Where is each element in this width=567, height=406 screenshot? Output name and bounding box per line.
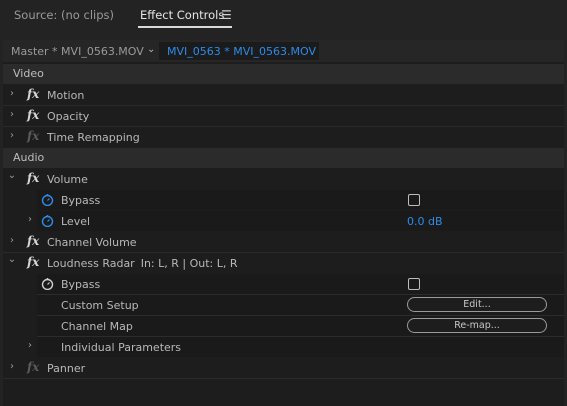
chevron-right-icon[interactable]: › — [25, 214, 35, 225]
tab-effect-controls[interactable]: Effect Controls — [140, 8, 224, 22]
param-row-channel-map: Channel Map Re-map... — [3, 316, 564, 336]
chevron-right-icon[interactable]: › — [7, 88, 17, 99]
chevron-right-icon[interactable]: › — [7, 361, 17, 372]
active-tab-underline — [138, 26, 232, 28]
effect-label-channel-volume: Channel Volume — [47, 236, 137, 249]
section-label-video: Video — [13, 67, 44, 80]
effect-row-motion[interactable]: › fx Motion — [3, 85, 564, 105]
active-clip-label[interactable]: MVI_0563 * MVI_0563.MOV — [159, 42, 319, 60]
effect-label-volume: Volume — [47, 173, 88, 186]
effect-label-opacity: Opacity — [47, 110, 90, 123]
edit-button[interactable]: Edit... — [407, 297, 547, 312]
master-clip-label[interactable]: Master * MVI_0563.MOV — [11, 45, 144, 58]
panel-tab-bar: Source: (no clips) Effect Controls ☰ — [0, 0, 567, 30]
effect-row-opacity[interactable]: › fx Opacity — [3, 106, 564, 126]
chevron-down-icon[interactable]: ⌄ — [7, 170, 17, 181]
stopwatch-icon[interactable] — [41, 214, 54, 227]
fx-icon[interactable]: fx — [27, 108, 39, 122]
section-header-audio: Audio — [3, 148, 564, 168]
chevron-down-icon[interactable]: ⌄ — [7, 254, 17, 265]
effect-row-panner[interactable]: › fx Panner — [3, 358, 564, 378]
param-label-custom-setup: Custom Setup — [61, 299, 139, 312]
fx-icon: fx — [27, 360, 40, 374]
effect-row-channel-volume[interactable]: › fx Channel Volume — [3, 232, 564, 252]
volume-bypass-checkbox[interactable] — [408, 194, 420, 206]
param-label-individual-parameters: Individual Parameters — [61, 341, 182, 354]
fx-icon[interactable]: fx — [27, 87, 39, 101]
param-row-loudness-bypass: Bypass — [3, 274, 564, 294]
effect-row-loudness-radar[interactable]: ⌄ fx Loudness Radar In: L, R | Out: L, R — [3, 253, 564, 273]
stopwatch-icon[interactable] — [41, 193, 54, 206]
param-row-custom-setup: Custom Setup Edit... — [3, 295, 564, 315]
fx-icon[interactable]: fx — [27, 234, 39, 248]
clip-selector-bar: Master * MVI_0563.MOV ⌄ MVI_0563 * MVI_0… — [3, 40, 564, 62]
effect-label-motion: Motion — [47, 89, 85, 102]
section-label-audio: Audio — [13, 151, 45, 164]
loudness-radar-io-info: In: L, R | Out: L, R — [140, 257, 238, 270]
stopwatch-icon[interactable] — [41, 277, 54, 290]
param-row-individual-parameters[interactable]: › Individual Parameters — [3, 337, 564, 357]
effect-label-time-remapping: Time Remapping — [47, 131, 140, 144]
chevron-right-icon[interactable]: › — [7, 130, 17, 141]
param-label-volume-level: Level — [61, 215, 91, 228]
divider — [3, 378, 564, 379]
effect-label-panner: Panner — [47, 362, 86, 375]
hamburger-menu-icon[interactable]: ☰ — [221, 8, 232, 22]
chevron-right-icon[interactable]: › — [25, 340, 35, 351]
effect-row-time-remapping[interactable]: › fx Time Remapping — [3, 127, 564, 147]
chevron-right-icon[interactable]: › — [7, 235, 17, 246]
chevron-down-icon[interactable]: ⌄ — [147, 44, 155, 55]
chevron-right-icon[interactable]: › — [7, 109, 17, 120]
param-row-volume-bypass: Bypass — [3, 190, 564, 210]
volume-level-value[interactable]: 0.0 dB — [407, 215, 443, 228]
param-label-channel-map: Channel Map — [61, 320, 133, 333]
loudness-radar-name: Loudness Radar — [47, 257, 135, 270]
effect-controls-panel: Master * MVI_0563.MOV ⌄ MVI_0563 * MVI_0… — [3, 40, 564, 406]
param-label-volume-bypass: Bypass — [61, 194, 101, 207]
param-row-volume-level: › Level 0.0 dB — [3, 211, 564, 231]
fx-icon: fx — [27, 129, 40, 143]
loudness-bypass-checkbox[interactable] — [408, 278, 420, 290]
effect-label-loudness-radar: Loudness Radar In: L, R | Out: L, R — [47, 257, 238, 270]
section-header-video: Video — [3, 64, 564, 84]
tab-source-monitor[interactable]: Source: (no clips) — [14, 8, 114, 22]
fx-icon[interactable]: fx — [27, 255, 39, 269]
remap-button[interactable]: Re-map... — [407, 318, 547, 333]
param-label-loudness-bypass: Bypass — [61, 278, 101, 291]
fx-icon[interactable]: fx — [27, 171, 39, 185]
effect-row-volume[interactable]: ⌄ fx Volume — [3, 169, 564, 189]
